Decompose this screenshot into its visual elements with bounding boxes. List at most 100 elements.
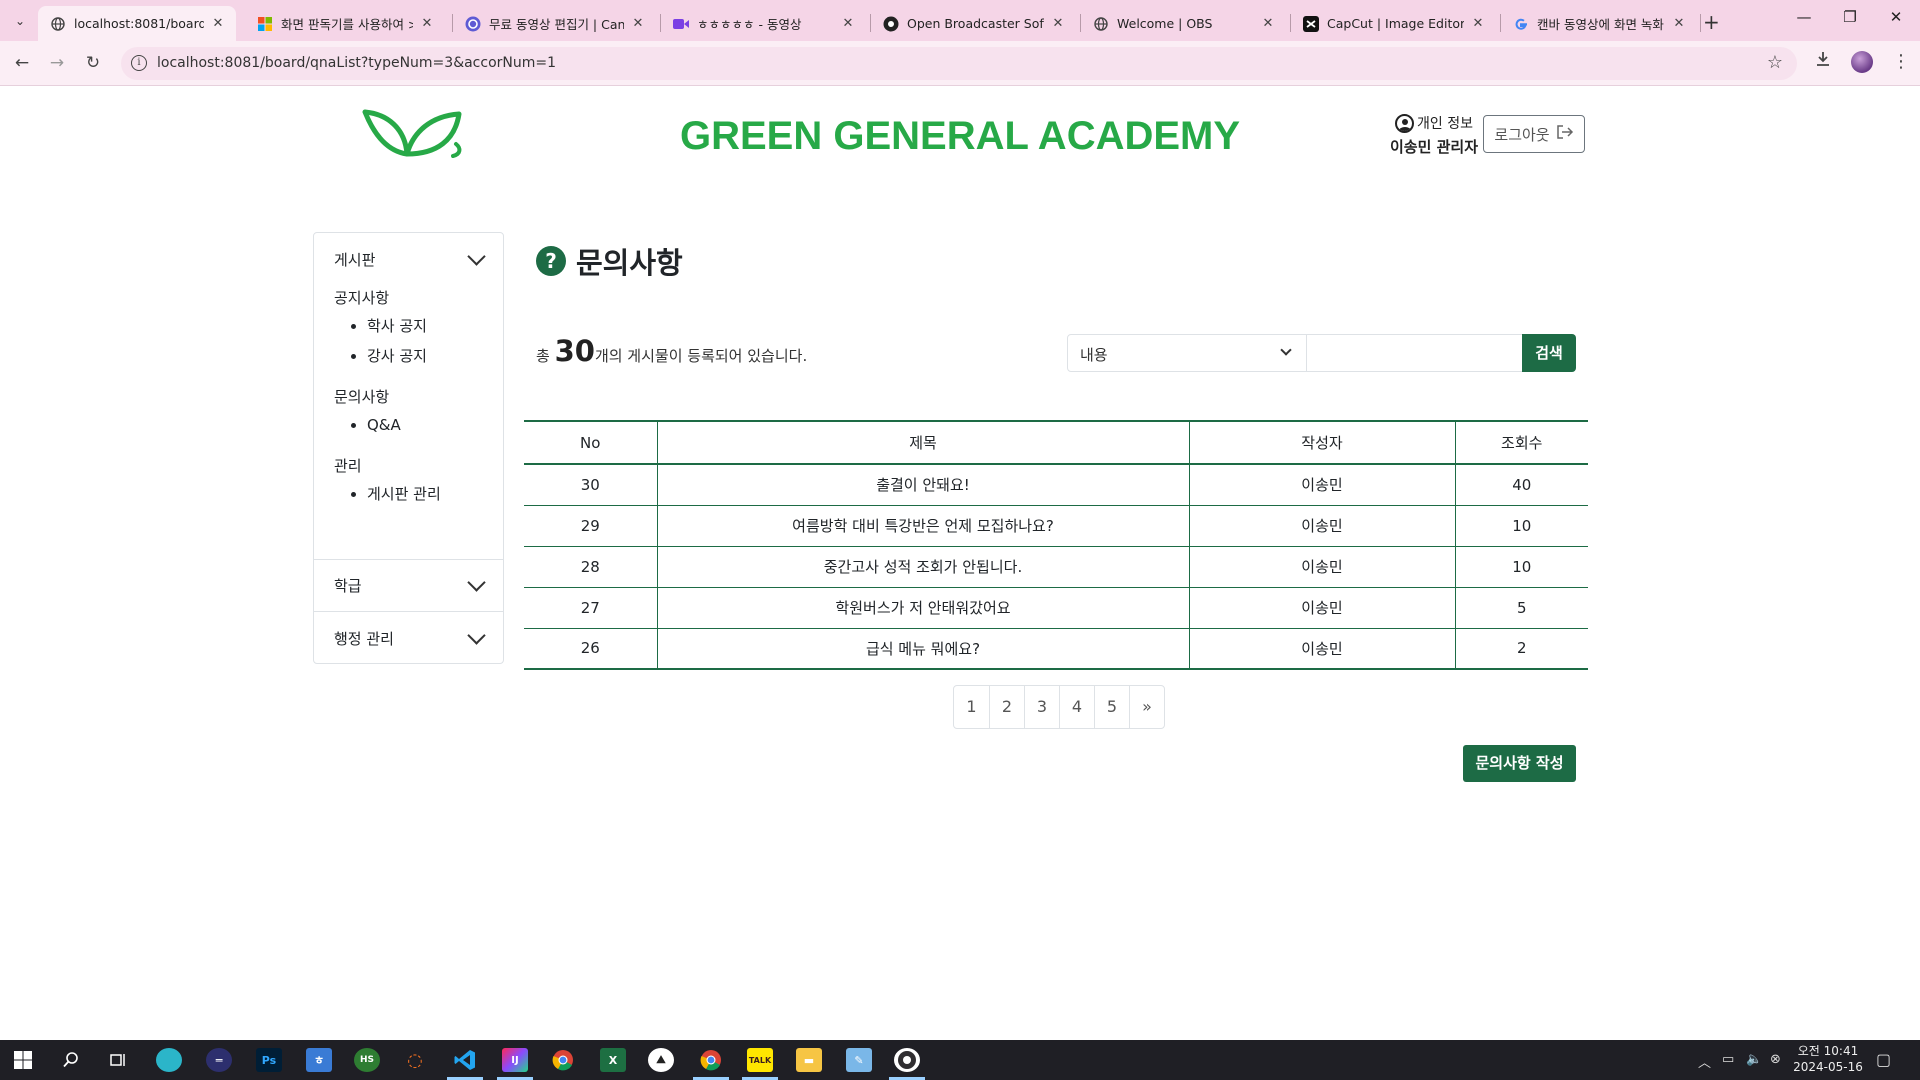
table-row[interactable]: 30 출결이 안돼요! 이송민 40 [524,464,1588,506]
intellij-icon[interactable]: IJ [502,1048,528,1072]
sidebar-item-board-admin[interactable]: 게시판 관리 [367,482,483,506]
write-qna-button[interactable]: 문의사항 작성 [1463,745,1576,782]
tray-chevron-up-icon[interactable]: ︿ [1698,1052,1711,1071]
cell-writer: 이송민 [1188,505,1455,547]
search-button[interactable]: 검색 [1522,334,1576,372]
os-taskbar: ═ Ps ㅎ HS ◌ IJ X ⛰ TALK ▬ ✎ ︿ ▭ 🔈 ⊗ 오전 1… [0,1040,1920,1080]
page-link-3[interactable]: 3 [1024,686,1059,728]
kakaotalk-icon[interactable]: TALK [747,1048,773,1072]
close-icon[interactable]: ✕ [1260,16,1276,31]
page-next-link[interactable]: » [1129,686,1164,728]
reload-icon[interactable]: ↻ [81,51,105,75]
notepad-icon[interactable]: ✎ [846,1048,872,1072]
obs-taskbar-icon[interactable] [894,1048,920,1072]
close-icon[interactable]: ✕ [840,16,856,31]
cell-title-link[interactable]: 여름방학 대비 특강반은 언제 모집하나요? [656,505,1189,547]
close-icon[interactable]: ✕ [1050,16,1066,31]
browser-tab[interactable]: localhost:8081/board/qna ✕ [38,6,236,41]
close-icon[interactable]: ✕ [419,16,435,31]
user-info-label[interactable]: 개인 정보 [1417,113,1473,133]
search-input[interactable] [1307,334,1523,372]
chrome-icon[interactable] [550,1048,576,1072]
close-icon[interactable]: ✕ [210,16,226,31]
chrome-profile-icon[interactable] [698,1048,724,1072]
excel-icon[interactable]: X [600,1048,626,1072]
bookmark-star-icon[interactable]: ☆ [1767,52,1783,73]
heidisql-icon[interactable]: HS [354,1048,380,1072]
cell-title-link[interactable]: 중간고사 성적 조회가 안됩니다. [656,546,1189,588]
sidebar-item-qna[interactable]: Q&A [367,413,483,437]
column-header-views: 조회수 [1454,420,1588,465]
url-text[interactable]: localhost:8081/board/qnaList?typeNum=3&a… [157,55,556,71]
video-icon [673,16,689,32]
volume-muted-icon[interactable]: 🔈 [1746,1052,1762,1067]
search-type-value: 내용 [1080,346,1108,364]
total-prefix: 총 [536,347,555,365]
accordion-header-admin[interactable]: 행정 관리 [314,612,503,664]
table-row[interactable]: 28 중간고사 성적 조회가 안됩니다. 이송민 10 [524,546,1588,588]
site-info-icon[interactable]: i [131,55,147,71]
browser-tab[interactable]: CapCut | Image Editor | A ✕ [1291,6,1496,41]
sidebar-group-title: 공지사항 [334,289,390,307]
accordion-header-board[interactable]: 게시판 [314,233,503,285]
menu-kebab-icon[interactable]: ⋮ [1892,51,1910,72]
table-row[interactable]: 29 여름방학 대비 특강반은 언제 모집하나요? 이송민 10 [524,505,1588,547]
browser-tab[interactable]: ㅎㅎㅎㅎㅎ - 동영상 ✕ [661,6,866,41]
restore-button[interactable]: ❐ [1827,8,1873,26]
taskbar-clock[interactable]: 오전 10:41 2024-05-16 [1793,1043,1863,1075]
page-link-2[interactable]: 2 [989,686,1024,728]
close-icon[interactable]: ✕ [1671,16,1687,31]
browser-tab[interactable]: Welcome | OBS ✕ [1081,6,1286,41]
cell-no: 29 [524,505,657,547]
table-row[interactable]: 26 급식 메뉴 뭐에요? 이송민 2 [524,628,1588,670]
photo-viewer-icon[interactable]: ⛰ [648,1048,674,1072]
task-view-icon[interactable] [106,1048,132,1072]
photoshop-icon[interactable]: Ps [256,1048,282,1072]
accordion-header-class[interactable]: 학급 [314,560,503,612]
ime-icon[interactable]: ⊗ [1770,1052,1781,1067]
browser-tab[interactable]: 무료 동영상 편집기 | Can ✕ [453,6,656,41]
table-row[interactable]: 27 학원버스가 저 안태워갔어요 이송민 5 [524,587,1588,629]
page-title: 문의사항 [576,246,683,280]
cell-title-link[interactable]: 급식 메뉴 뭐에요? [656,628,1189,670]
eclipse-icon[interactable]: ◌ [402,1048,428,1072]
browser-tab[interactable]: 캔바 동영상에 화면 녹화 ✕ [1501,6,1697,41]
minimize-button[interactable]: — [1781,8,1827,26]
download-icon[interactable] [1815,51,1831,71]
close-icon[interactable]: ✕ [1470,16,1486,31]
network-icon[interactable]: ▭ [1722,1052,1734,1067]
site-title[interactable]: GREEN GENERAL ACADEMY [0,114,1920,159]
cell-views: 10 [1454,546,1588,588]
sidebar-item-academic-notice[interactable]: 학사 공지 [367,314,483,338]
user-info[interactable]: 개인 정보 이송민 관리자 [1384,113,1484,157]
tab-title: CapCut | Image Editor | A [1327,16,1464,31]
logout-button[interactable]: 로그아웃 [1483,115,1585,153]
search-type-select[interactable]: 내용 [1067,334,1307,372]
page-link-1[interactable]: 1 [954,686,989,728]
address-bar[interactable]: i localhost:8081/board/qnaList?typeNum=3… [121,47,1797,80]
back-arrow-icon[interactable]: ← [10,51,34,75]
vscode-icon[interactable] [452,1048,478,1072]
notification-icon[interactable]: ▢ [1876,1050,1891,1069]
browser-tab[interactable]: Open Broadcaster Softwa ✕ [871,6,1076,41]
close-icon[interactable]: ✕ [630,16,646,31]
tab-title: localhost:8081/board/qna [74,16,204,31]
profile-avatar[interactable] [1851,51,1873,73]
hwp-icon[interactable]: ㅎ [306,1048,332,1072]
file-explorer-icon[interactable]: ▬ [796,1048,822,1072]
sidebar-item-instructor-notice[interactable]: 강사 공지 [367,344,483,368]
disk-app-icon[interactable]: ═ [206,1048,232,1072]
page-link-5[interactable]: 5 [1094,686,1129,728]
browser-tab[interactable]: 화면 판독기를 사용하여 > ✕ [245,6,445,41]
new-tab-button[interactable]: + [1703,10,1720,34]
bird-app-icon[interactable] [156,1048,182,1072]
cell-title-link[interactable]: 출결이 안돼요! [656,464,1189,506]
page-link-4[interactable]: 4 [1059,686,1094,728]
window-close-button[interactable]: ✕ [1873,8,1919,26]
search-icon[interactable] [58,1048,84,1072]
cell-title-link[interactable]: 학원버스가 저 안태워갔어요 [656,587,1189,629]
cell-no: 26 [524,628,657,670]
forward-arrow-icon[interactable]: → [45,51,69,75]
windows-start-icon[interactable] [10,1048,36,1072]
tab-search-icon[interactable]: ⌄ [8,9,32,33]
